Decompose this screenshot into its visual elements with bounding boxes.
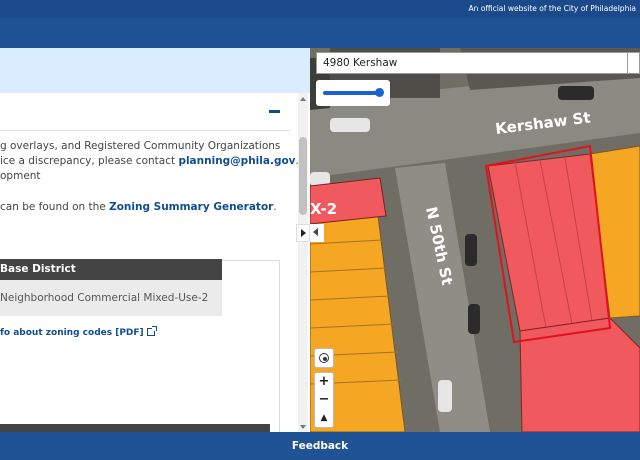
planning-email-link[interactable]: planning@phila.gov [178,155,295,167]
official-website-text: An official website of the City of Phila… [468,4,636,13]
info-text: ice a discrepancy, please contact [0,155,179,167]
summary-text: can be found on the [0,201,110,213]
collapse-icon[interactable] [269,110,280,113]
parked-car [330,118,370,132]
parked-car [558,86,594,100]
zoning-codes-pdf-label[interactable]: fo about zoning codes [PDF] [0,328,144,338]
app-header [0,18,640,48]
table-header-row [0,424,270,432]
scroll-thumb[interactable] [299,137,307,215]
opacity-slider-handle[interactable] [375,88,384,97]
scroll-down-icon[interactable] [300,425,306,429]
official-website-banner: An official website of the City of Phila… [0,0,640,18]
info-paragraph-line-3: opment [0,170,41,182]
parked-car [438,380,452,412]
summary-text-end: . [273,201,277,213]
parked-car [465,234,477,266]
commercial-parcel-south [519,317,640,432]
scroll-up-icon[interactable] [300,97,306,101]
zoning-accordion-header[interactable] [0,93,290,131]
opacity-slider[interactable] [316,80,390,106]
opacity-slider-track[interactable] [323,91,381,95]
zone-label: X-2 [310,200,337,218]
base-district-value: Neighborhood Commercial Mixed-Use-2 [0,280,222,316]
info-paragraph-line-2: ice a discrepancy, please contact planni… [0,155,299,167]
compass-icon[interactable]: ▲ [315,409,333,427]
search-button[interactable] [628,52,640,74]
info-strip [0,48,310,93]
zoning-codes-pdf-link[interactable]: fo about zoning codes [PDF] [0,326,157,338]
zoom-in-button[interactable]: + [315,373,333,391]
feedback-button[interactable]: Feedback [0,432,640,460]
address-search-input[interactable]: 4980 Kershaw [316,52,628,74]
info-paragraph-line-4: can be found on the Zoning Summary Gener… [0,201,277,213]
collapse-panel-button[interactable] [296,224,310,242]
zoom-out-button[interactable]: − [315,391,333,409]
locate-me-icon[interactable] [314,348,334,368]
left-panel: g overlays, and Registered Community Org… [0,48,310,432]
base-district-header: Base District [0,259,222,280]
info-paragraph-line-1: g overlays, and Registered Community Org… [0,140,281,152]
panel-scrollbar[interactable] [298,93,308,432]
external-link-icon [146,326,157,336]
parked-car [468,304,480,334]
zoom-controls: + − ▲ [314,372,334,428]
zoning-summary-generator-link[interactable]: Zoning Summary Generator [109,201,273,213]
expand-panel-button[interactable] [310,224,324,242]
